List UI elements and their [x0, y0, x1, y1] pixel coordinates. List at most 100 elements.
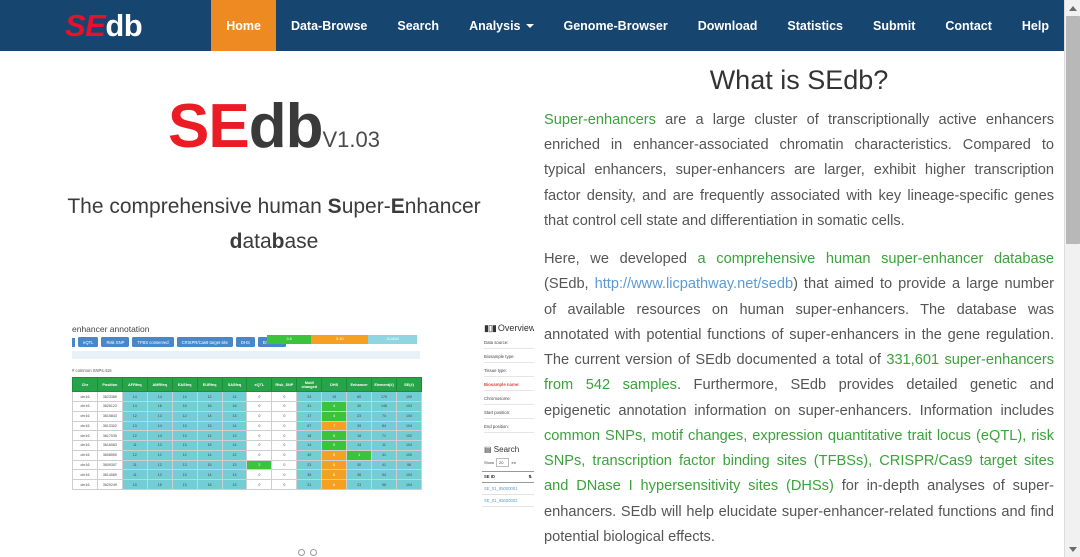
table-row: chr16 3626123 14 16 15 16 16 0 0 31 4 30 148 103	[72, 400, 423, 412]
highlight-text: Super-enhancers	[544, 112, 656, 128]
nav-item-data-browse[interactable]: Data-Browse	[276, 0, 382, 51]
table-cell: 16	[146, 400, 173, 412]
table-cell: 14	[196, 430, 223, 442]
table-row: chr16 3620249 10 15 13 16 13 0 0 21 6 23 96 104	[72, 479, 423, 490]
shot-color-legend: 0-5 5-10 10-MAX	[267, 335, 417, 344]
table-row: chr16 3613302 13 14 13 15 14 0 0 67 7 39 84 104	[72, 420, 423, 432]
table-cell: 5	[321, 440, 348, 451]
hero-column: SEdbV1.03 The comprehensive human Super-…	[14, 51, 534, 557]
table-cell: 23	[296, 459, 323, 471]
tagline-seg-s: S	[327, 195, 342, 218]
table-cell: 23	[346, 410, 373, 422]
article-paragraph-1: Super-enhancers are a large cluster of t…	[544, 108, 1054, 234]
nav-item-analysis[interactable]: Analysis	[454, 0, 548, 51]
scroll-down-arrow-icon[interactable]	[1065, 541, 1080, 557]
table-row: chr16 3616083 11 13 13 15 14 0 0 14 5 14 11 104	[72, 440, 423, 451]
table-cell: 13	[146, 469, 173, 481]
field-data-source: Data source:	[484, 340, 534, 349]
shot-tab-tfbs[interactable]: TFBS conserved	[132, 337, 174, 347]
table-cell: 14	[196, 469, 223, 481]
table-cell: 13	[146, 440, 173, 451]
table-header-row: Chr Position AFRfeq AMRfeq EASfeq EURfeq…	[72, 376, 423, 393]
table-cell: 5	[321, 430, 348, 442]
nav-item-submit[interactable]: Submit	[858, 0, 930, 51]
table-cell: 0	[271, 400, 298, 412]
table-cell: 148	[371, 400, 397, 412]
carousel-dot-1[interactable]	[298, 549, 305, 556]
hero-tagline: The comprehensive human Super-Enhancer d…	[14, 190, 534, 259]
scrollbar-thumb[interactable]	[1066, 16, 1080, 244]
show-label: Show	[484, 459, 495, 465]
shot-tab-eqtl[interactable]: eQTL	[78, 337, 99, 347]
table-cell: 94	[371, 469, 397, 481]
hero-logo-version: V1.03	[322, 127, 380, 152]
shot-tab-dhs[interactable]: DHS	[235, 337, 255, 347]
main-navbar: SE db Home Data-Browse Search Analysis Ge…	[0, 0, 1064, 51]
table-cell: 41	[371, 449, 397, 461]
table-cell: 19	[321, 391, 348, 402]
external-link[interactable]: http://www.licpathway.net/sedb	[595, 276, 793, 292]
table-cell: 7	[321, 420, 348, 432]
table-cell: 0	[246, 400, 273, 412]
table-cell: 0	[246, 449, 273, 461]
shot-tab-crispr[interactable]: CRISPR/Cas9 target site	[176, 337, 233, 347]
table-cell: 6	[321, 479, 348, 490]
nav-item-help[interactable]: Help	[1007, 0, 1064, 51]
nav-item-statistics[interactable]: Statistics	[772, 0, 858, 51]
nav-item-search[interactable]: Search	[382, 0, 454, 51]
table-cell: 0	[271, 430, 298, 442]
table-cell: 11	[121, 440, 148, 451]
table-cell: 0	[271, 420, 298, 432]
table-cell: 39	[346, 420, 373, 432]
table-cell: 13	[146, 410, 173, 422]
nav-item-home[interactable]: Home	[211, 0, 276, 51]
site-logo[interactable]: SE db	[0, 0, 211, 51]
table-cell: 14	[146, 420, 173, 432]
se-id-row-2[interactable]: SE_01_85000002	[482, 495, 534, 507]
carousel-dot-2[interactable]	[310, 549, 317, 556]
table-cell: 16	[196, 400, 223, 412]
table-cell: 11	[121, 469, 148, 481]
table-cell: 41	[371, 459, 397, 471]
table-cell: 14	[171, 391, 198, 402]
se-id-column-header[interactable]: SE ID ⇅	[482, 470, 534, 483]
nav-item-download[interactable]: Download	[683, 0, 773, 51]
table-cell: 12	[121, 410, 148, 422]
table-cell: 4	[321, 400, 348, 412]
table-cell: 104	[395, 469, 423, 481]
table-cell: 0	[271, 479, 298, 490]
scroll-up-arrow-icon[interactable]	[1065, 0, 1080, 16]
tagline-seg-d: d	[229, 229, 243, 253]
nav-item-contact[interactable]: Contact	[930, 0, 1007, 51]
tagline-seg-b: b	[271, 229, 285, 253]
table-cell: 12	[221, 449, 248, 461]
table-cell: 100	[395, 449, 423, 461]
body-text: are a large cluster of transcriptionally…	[544, 112, 1054, 229]
tagline-seg-2: uper-	[341, 195, 391, 218]
table-cell: 15	[196, 440, 223, 451]
show-entries-select[interactable]: 20	[496, 457, 510, 467]
hero-logo-db: db	[248, 92, 324, 161]
hero-logo: SEdbV1.03	[14, 96, 534, 158]
shot-tab-risk-snp[interactable]: Risk SNP	[101, 337, 130, 347]
table-cell: 0	[246, 420, 273, 432]
table-cell: 3620249	[96, 479, 123, 490]
legend-band-low: 0-5	[267, 335, 312, 344]
nav-item-genome-browser[interactable]: Genome-Browser	[549, 0, 683, 51]
nav-label-search: Search	[397, 18, 440, 33]
search-title-text: Search	[493, 444, 520, 454]
table-cell: chr16	[72, 391, 98, 402]
table-cell: 8	[321, 469, 348, 481]
page-scrollbar[interactable]	[1064, 0, 1080, 557]
table-cell: 3614089	[96, 469, 123, 481]
table-cell: 8	[321, 459, 348, 471]
table-cell: 13	[121, 420, 148, 432]
se-id-row-1[interactable]: SE_01_85000001	[482, 483, 534, 495]
chevron-down-icon	[525, 23, 534, 28]
carousel-screenshot[interactable]: enhancer annotation eQTL Risk SNP TFBS c…	[62, 321, 534, 557]
col-se: SE(#)	[395, 376, 423, 393]
table-cell: 17	[296, 410, 323, 422]
table-cell: 13	[221, 459, 248, 471]
shot-tab-list: eQTL Risk SNP TFBS conserved CRISPR/Cas9…	[72, 337, 286, 347]
table-cell: 13	[221, 410, 248, 422]
